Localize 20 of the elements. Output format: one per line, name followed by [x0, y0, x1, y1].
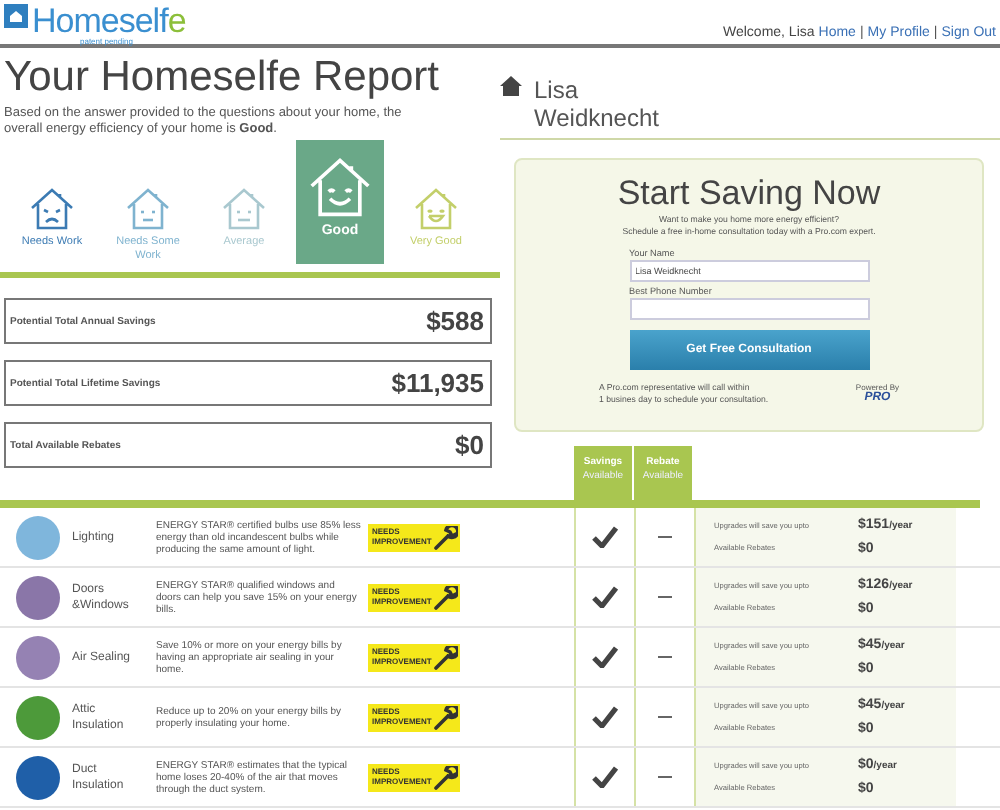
house-face-icon [28, 184, 76, 232]
wrench-icon [434, 705, 458, 729]
wrench-icon [434, 525, 458, 549]
wrench-icon [434, 585, 458, 609]
report-title: Your Homeselfe Report [4, 56, 442, 100]
summary-value: $0 [455, 430, 484, 460]
logo-text: Homeselfe [32, 4, 186, 38]
input-field[interactable] [629, 298, 869, 320]
card-title: Start Saving Now [617, 176, 881, 212]
house-face-icon [220, 184, 268, 232]
summary-value: $588 [426, 306, 484, 336]
house-face-icon [412, 184, 460, 232]
summary-value: $11,935 [391, 368, 484, 398]
house-face-icon [124, 184, 172, 232]
wrench-icon [434, 765, 458, 789]
house-face-icon [306, 152, 374, 220]
house-icon [500, 76, 522, 96]
wrench-icon [434, 645, 458, 669]
house-logo-icon [4, 4, 28, 28]
user-name: Lisa Weidknecht [534, 76, 661, 132]
